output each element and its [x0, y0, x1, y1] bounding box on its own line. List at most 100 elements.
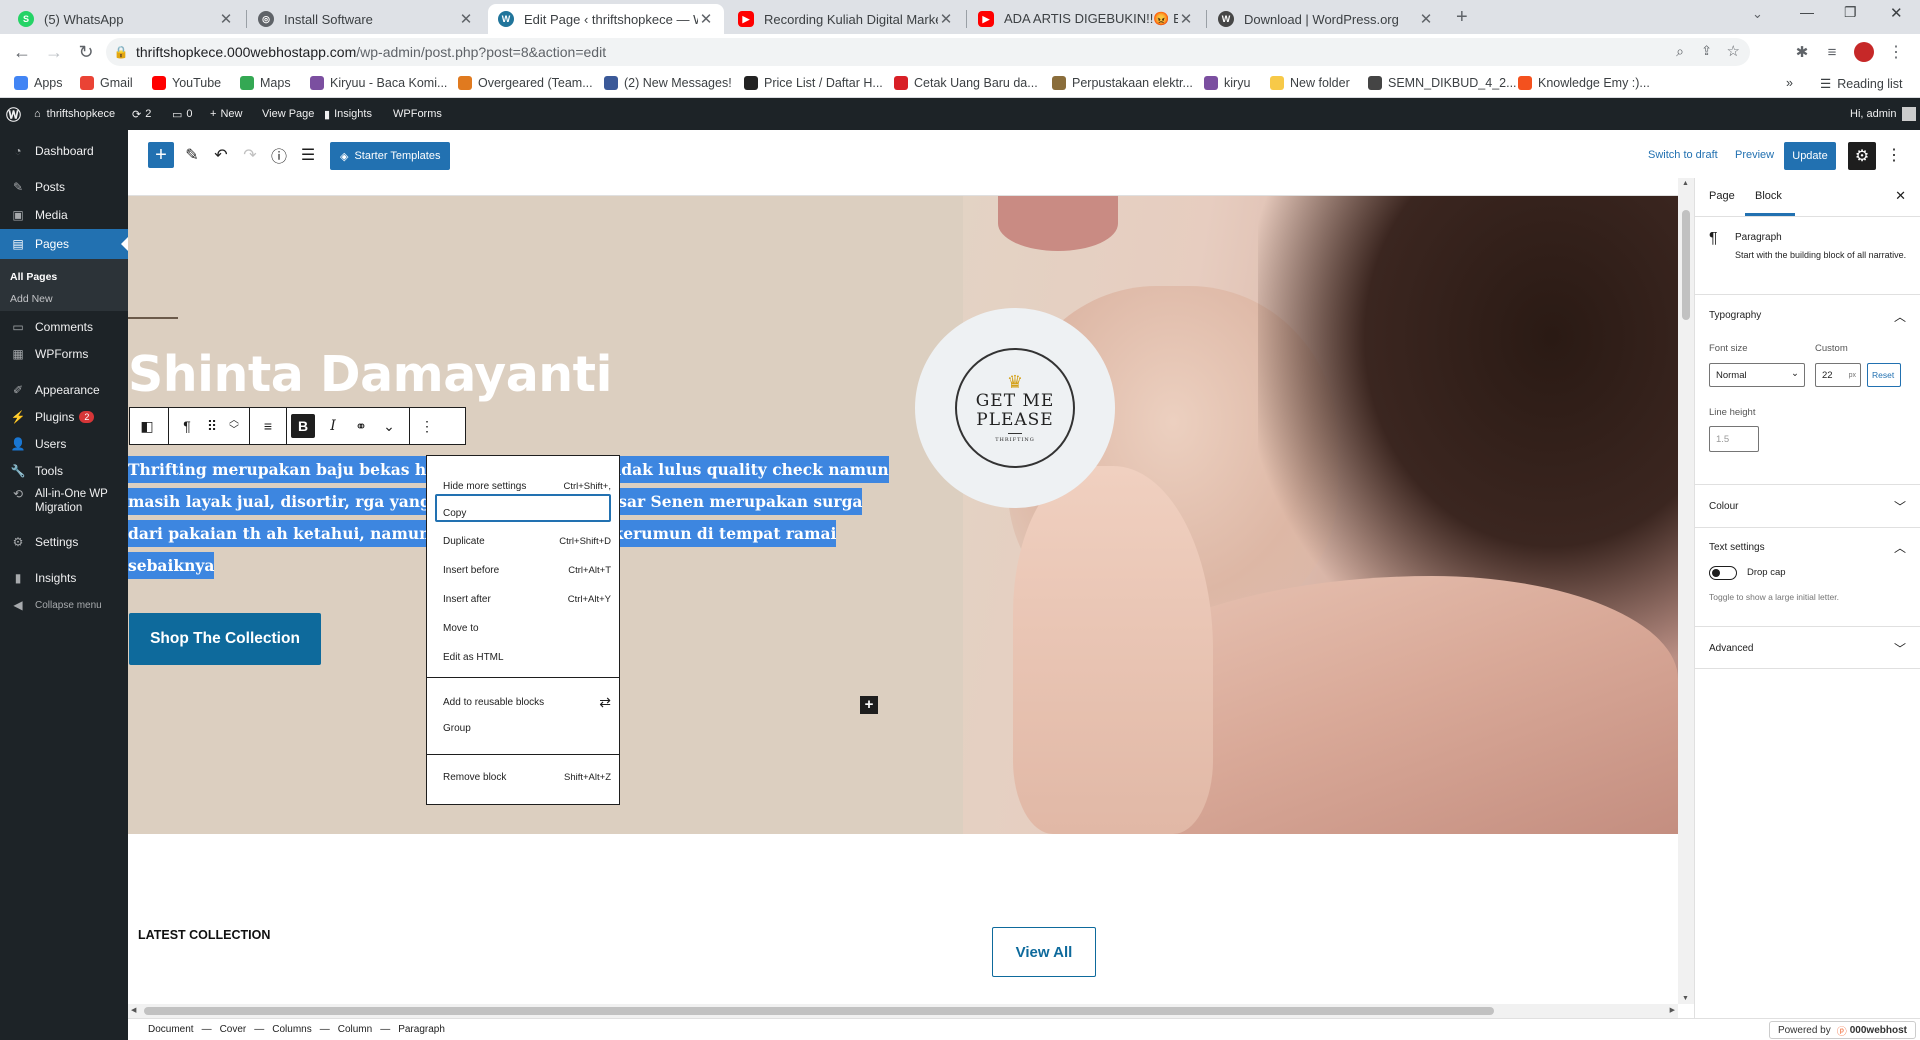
zoom-icon[interactable]: ⌕	[1676, 43, 1684, 60]
address-bar[interactable]: 🔒 thriftshopkece.000webhostapp.com/wp-ad…	[106, 38, 1750, 66]
panel-text-settings-title[interactable]: Text settings	[1709, 542, 1765, 553]
menu-item-hide-more-settings[interactable]: Hide more settings Ctrl+Shift+,	[443, 481, 611, 492]
admin-bar-new[interactable]: + New	[210, 98, 242, 130]
bookmark-cetak-uang[interactable]: Cetak Uang Baru da...	[894, 76, 1038, 90]
update-button[interactable]: Update	[1784, 142, 1836, 170]
preview-button[interactable]: Preview	[1735, 149, 1774, 161]
settings-gear-button[interactable]: ⚙	[1848, 142, 1876, 170]
tab-block[interactable]: Block	[1755, 190, 1782, 202]
admin-bar-insights[interactable]: ▮ Insights	[324, 98, 372, 130]
close-tab-icon[interactable]: ✕	[218, 10, 234, 28]
horizontal-scrollbar[interactable]: ◀ ▶	[128, 1004, 1678, 1018]
menu-dashboard[interactable]: ◔ Dashboard	[0, 136, 128, 166]
menu-tools[interactable]: 🔧 Tools	[0, 456, 128, 486]
admin-bar-wpforms[interactable]: WPForms	[393, 98, 442, 130]
bookmark-gmail[interactable]: Gmail	[80, 76, 133, 90]
tools-pencil-icon[interactable]: ✎	[179, 142, 205, 168]
menu-item-copy[interactable]: Copy	[443, 508, 611, 519]
admin-bar-updates[interactable]: ⟳ 2	[132, 98, 151, 130]
menu-item-edit-as-html[interactable]: Edit as HTML	[443, 652, 611, 663]
browser-tab-active[interactable]: W Edit Page ‹ thriftshopkece — Wo ✕	[488, 4, 724, 34]
shop-collection-button[interactable]: Shop The Collection	[129, 613, 321, 665]
close-tab-icon[interactable]: ✕	[458, 10, 474, 28]
admin-bar-account[interactable]: Hi, admin	[1850, 98, 1917, 130]
bookmark-overgeared[interactable]: Overgeared (Team...	[458, 76, 593, 90]
options-more-icon[interactable]: ⋮	[1886, 145, 1902, 165]
scroll-right-icon[interactable]: ▶	[1670, 1006, 1675, 1014]
more-bookmarks-icon[interactable]: »	[1786, 76, 1793, 90]
menu-users[interactable]: 👤 Users	[0, 429, 128, 459]
bookmark-maps[interactable]: Maps	[240, 76, 291, 90]
back-icon[interactable]: ←	[10, 40, 34, 64]
browser-tab[interactable]: W Download | WordPress.org ✕	[1208, 4, 1444, 34]
close-tab-icon[interactable]: ✕	[938, 10, 954, 28]
vertical-scroll-thumb[interactable]	[1682, 210, 1690, 320]
bookmark-messages[interactable]: (2) New Messages!	[604, 76, 732, 90]
extensions-icon[interactable]: ✱	[1790, 40, 1814, 64]
panel-typography-title[interactable]: Typography	[1709, 310, 1761, 321]
menu-wpforms[interactable]: ▦ WPForms	[0, 339, 128, 369]
close-window-icon[interactable]: ✕	[1890, 4, 1903, 22]
starter-templates-button[interactable]: ◈ Starter Templates	[330, 142, 451, 170]
admin-bar-view-page[interactable]: View Page	[262, 98, 314, 130]
reading-list[interactable]: ☰ Reading list	[1820, 76, 1903, 92]
browser-tab[interactable]: ▶ Recording Kuliah Digital Marketin ✕	[728, 4, 964, 34]
scroll-down-icon[interactable]: ▼	[1682, 995, 1689, 1002]
bookmark-price-list[interactable]: Price List / Daftar H...	[744, 76, 883, 90]
details-info-icon[interactable]: ⓘ	[266, 142, 292, 168]
parent-block-icon[interactable]: ◧	[130, 408, 164, 444]
drop-cap-toggle[interactable]	[1709, 566, 1737, 580]
redo-icon[interactable]: ↷	[237, 142, 263, 168]
close-sidebar-icon[interactable]: ✕	[1895, 188, 1906, 204]
menu-settings[interactable]: ⚙ Settings	[0, 527, 128, 557]
menu-item-remove-block[interactable]: Remove block Shift+Alt+Z	[443, 772, 611, 783]
bookmark-new-folder[interactable]: New folder	[1270, 76, 1350, 90]
breadcrumb-cover[interactable]: Cover	[220, 1024, 247, 1035]
tab-page[interactable]: Page	[1709, 190, 1735, 202]
breadcrumb-document[interactable]: Document	[148, 1024, 194, 1035]
menu-posts[interactable]: ✎ Posts	[0, 172, 128, 202]
block-inserter-button[interactable]: +	[148, 142, 174, 168]
latest-collection-heading[interactable]: LATEST COLLECTION	[138, 928, 270, 942]
reset-button[interactable]: Reset	[1867, 363, 1901, 387]
line-height-input[interactable]: 1.5	[1709, 426, 1759, 452]
menu-item-group[interactable]: Group	[443, 723, 611, 734]
bookmark-apps[interactable]: Apps	[14, 76, 63, 90]
bookmark-kiryu[interactable]: kiryu	[1204, 76, 1250, 90]
align-icon[interactable]: ≡	[250, 408, 286, 444]
paragraph-icon[interactable]: ¶	[173, 408, 201, 444]
menu-migration[interactable]: ⟲ All-in-One WP Migration	[0, 487, 128, 523]
restore-icon[interactable]: ❐	[1844, 4, 1857, 21]
bookmark-kiryuu[interactable]: Kiryuu - Baca Komi...	[310, 76, 447, 90]
menu-item-move-to[interactable]: Move to	[443, 623, 611, 634]
close-tab-icon[interactable]: ✕	[1178, 10, 1194, 28]
more-formatting-chevron-icon[interactable]: ⌄	[375, 408, 403, 444]
view-all-button[interactable]: View All	[992, 927, 1096, 977]
menu-item-insert-after[interactable]: Insert after Ctrl+Alt+Y	[443, 594, 611, 605]
italic-button[interactable]: I	[319, 408, 347, 444]
admin-bar-site[interactable]: ⌂ thriftshopkece	[34, 98, 115, 130]
chevron-up-icon[interactable]: ︿	[1894, 308, 1906, 325]
share-icon[interactable]: ⇪	[1701, 43, 1712, 59]
breadcrumb-column[interactable]: Column	[338, 1024, 372, 1035]
bookmark-youtube[interactable]: YouTube	[152, 76, 221, 90]
admin-bar-comments[interactable]: ▭ 0	[172, 98, 193, 130]
bookmark-knowledge[interactable]: Knowledge Emy :)...	[1518, 76, 1650, 90]
menu-plugins[interactable]: ⚡ Plugins 2	[0, 402, 128, 432]
bookmark-star-icon[interactable]: ☆	[1727, 42, 1740, 60]
menu-appearance[interactable]: ✐ Appearance	[0, 375, 128, 405]
panel-advanced-title[interactable]: Advanced	[1709, 643, 1753, 654]
vertical-scrollbar[interactable]: ▲ ▼	[1678, 178, 1694, 1004]
menu-item-duplicate[interactable]: Duplicate Ctrl+Shift+D	[443, 536, 611, 547]
submenu-all-pages[interactable]: All Pages	[10, 271, 57, 283]
new-tab-button[interactable]: +	[1456, 6, 1468, 29]
bold-button[interactable]: B	[291, 414, 315, 438]
forward-icon[interactable]: →	[42, 40, 66, 64]
profile-avatar[interactable]	[1852, 40, 1876, 64]
drag-handle-icon[interactable]: ⠿	[201, 408, 223, 444]
menu-insights[interactable]: ▮ Insights	[0, 563, 128, 593]
cover-block[interactable]: ♛ GET ME PLEASE THRIFTING Shinta Damayan…	[128, 196, 1678, 834]
media-control-icon[interactable]: ≡	[1820, 40, 1844, 64]
undo-icon[interactable]: ↶	[208, 142, 234, 168]
chevron-down-icon[interactable]: ﹀	[1894, 498, 1906, 515]
